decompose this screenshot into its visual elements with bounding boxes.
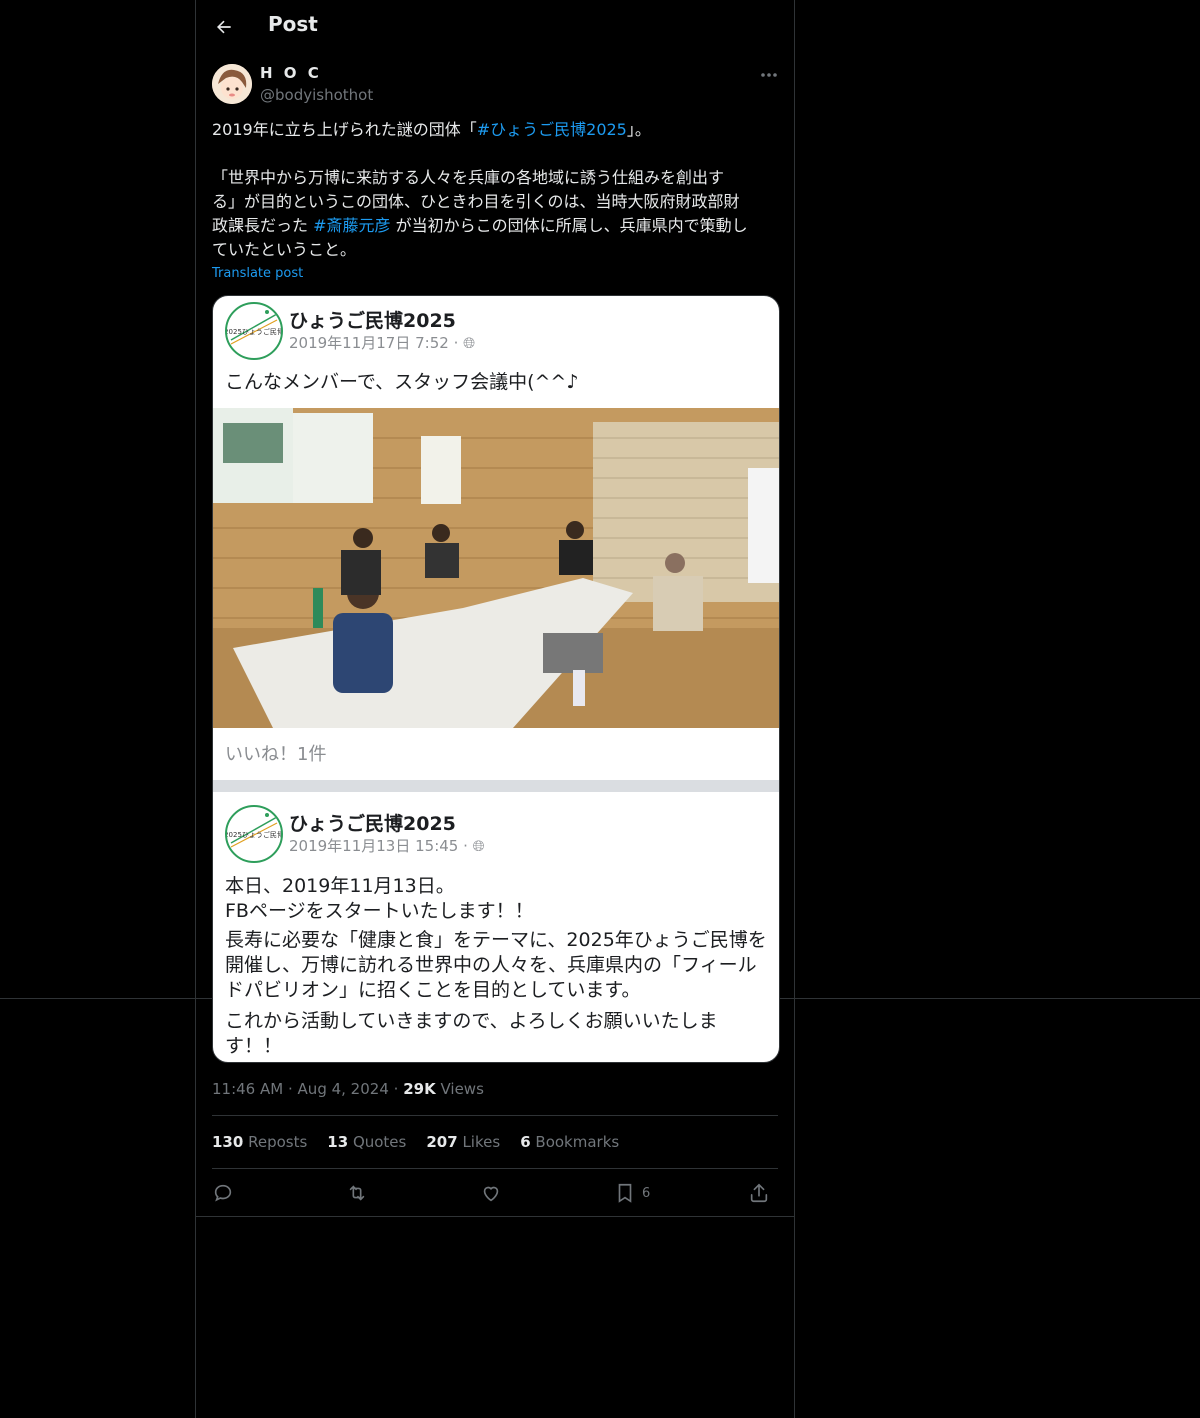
views-label: Views — [440, 1080, 484, 1098]
quotes-stat[interactable]: 13 Quotes — [327, 1133, 406, 1151]
fb-logo-text: 2025ひょうご民博 — [227, 327, 281, 336]
divider — [212, 1115, 778, 1116]
fb-page-logo: 2025ひょうご民博 — [225, 302, 283, 360]
bookmark-count: 6 — [642, 1185, 651, 1201]
post-text-line: 2019年に立ち上げられた謎の団体「 — [212, 120, 477, 139]
post-text-line: 「世界中から万博に来訪する人々を兵庫の各地域に誘う仕組みを創出す — [212, 168, 725, 187]
bookmark-button[interactable]: 6 — [614, 1178, 650, 1208]
hashtag-link[interactable]: #斎藤元彦 — [313, 216, 390, 235]
reply-button[interactable] — [212, 1178, 234, 1208]
reply-icon — [214, 1184, 232, 1202]
meeting-photo — [213, 408, 779, 728]
divider — [196, 1216, 794, 1217]
repost-button[interactable] — [346, 1178, 368, 1208]
avatar-illustration — [212, 64, 252, 104]
fb-post-text: 本日、2019年11月13日。 FBページをスタートいたします！！ 長寿に必要な… — [225, 875, 767, 1057]
more-icon — [761, 73, 777, 77]
post-text-line: ていたということ。 — [212, 240, 357, 259]
back-button[interactable] — [210, 13, 238, 41]
post-time[interactable]: 11:46 AM — [212, 1080, 283, 1098]
fb-likes-count: いいね！1件 — [225, 744, 327, 765]
fb-post-date: 2019年11月13日 15:45 · 🌐︎ — [289, 837, 485, 855]
bookmarks-stat[interactable]: 6 Bookmarks — [520, 1133, 619, 1151]
like-button[interactable] — [480, 1178, 502, 1208]
fb-page-name: ひょうご民博2025 — [289, 310, 456, 332]
post-meta: 11:46 AM · Aug 4, 2024 · 29K Views — [212, 1080, 484, 1098]
post-text-line: る」が目的というこの団体、ひときわ目を引くのは、当時大阪府財政部財 — [212, 192, 740, 211]
heart-icon — [483, 1186, 499, 1202]
post-text-line: 」。 — [626, 120, 651, 139]
fb-page-logo: 2025ひょうご民博 — [225, 805, 283, 863]
hashtag-link[interactable]: #ひょうご民博2025 — [477, 120, 627, 139]
post-text: 2019年に立ち上げられた謎の団体「#ひょうご民博2025」。 「世界中から万博… — [212, 118, 778, 262]
fb-post-date: 2019年11月17日 7:52 · 🌐︎ — [289, 334, 476, 352]
arrow-left-icon — [217, 20, 231, 34]
globe-icon: 🌐︎ — [463, 334, 476, 352]
bookmark-icon — [618, 1183, 632, 1203]
share-icon — [750, 1183, 768, 1203]
divider — [212, 1168, 778, 1169]
author-name[interactable]: H O C — [260, 64, 322, 82]
translate-post-link[interactable]: Translate post — [212, 266, 303, 281]
page-title: Post — [268, 12, 318, 36]
more-options-button[interactable] — [756, 64, 782, 86]
fb-post-header: 2025ひょうご民博 ひょうご民博2025 2019年11月13日 15:45 … — [225, 805, 765, 865]
avatar[interactable] — [212, 64, 252, 104]
fb-separator — [213, 780, 779, 792]
views-count: 29K — [403, 1080, 436, 1098]
share-button[interactable] — [748, 1178, 770, 1208]
fb-page-name: ひょうご民博2025 — [289, 813, 456, 835]
author-handle[interactable]: @bodyishothot — [260, 86, 373, 104]
likes-stat[interactable]: 207 Likes — [426, 1133, 500, 1151]
post-text-line: 政課長だった — [212, 216, 309, 235]
post-media-image[interactable]: 2025ひょうご民博 ひょうご民博2025 2019年11月17日 7:52 ·… — [212, 295, 780, 1063]
globe-icon: 🌐︎ — [472, 837, 485, 855]
fb-post-text: こんなメンバーで、スタッフ会議中(^^♪ — [225, 371, 579, 393]
post-text-line: が当初からこの団体に所属し、兵庫県内で策動し — [395, 216, 748, 235]
engagement-stats: 130 Reposts 13 Quotes 207 Likes 6 Bookma… — [212, 1133, 619, 1151]
fb-logo-text: 2025ひょうご民博 — [227, 830, 281, 839]
top-bar: Post — [196, 0, 794, 54]
post-column: Post H O C @bodyishothot 2019年に立ち上げられた謎の… — [195, 0, 795, 1418]
action-bar: 6 — [212, 1178, 778, 1208]
reposts-stat[interactable]: 130 Reposts — [212, 1133, 307, 1151]
post-date[interactable]: Aug 4, 2024 — [298, 1080, 389, 1098]
fb-post-header: 2025ひょうご民博 ひょうご民博2025 2019年11月17日 7:52 ·… — [225, 302, 765, 362]
repost-icon — [349, 1185, 365, 1201]
